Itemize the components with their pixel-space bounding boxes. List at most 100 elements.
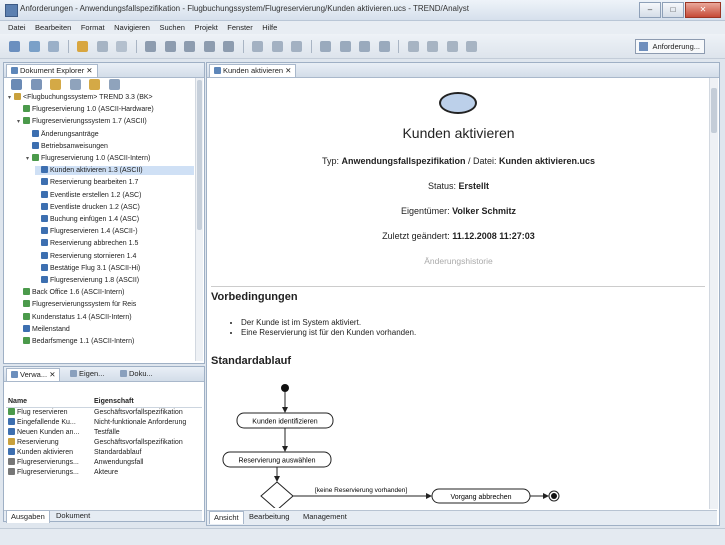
usecase-ellipse-icon <box>439 92 477 114</box>
action1-label: Kunden identifizieren <box>252 419 317 426</box>
tree-item[interactable]: Flugreservierung 1.8 (ASCII) <box>35 276 194 285</box>
tree-item[interactable]: Bestätige Flug 3.1 (ASCII-Hi) <box>35 263 194 273</box>
editor-scrollbar[interactable] <box>709 78 718 509</box>
tree-node-icon <box>41 166 48 174</box>
image-icon[interactable] <box>339 41 351 52</box>
document-explorer-panel: Dokument Explorer ✕ ▾ <Flugbuchungssystem… <box>3 62 205 364</box>
tree-item[interactable]: Reservierung bearbeiten 1.7 <box>35 178 194 187</box>
tree-item[interactable]: Eventliste drucken 1.2 (ASC) <box>35 202 194 212</box>
tree-item[interactable]: Back Office 1.6 (ASCII-Intern) <box>17 288 194 297</box>
collapse-all-icon[interactable] <box>11 79 22 91</box>
minimize-button[interactable]: – <box>639 2 661 18</box>
table-row[interactable]: Flugreservierungs... Anwendungsfall <box>6 458 202 468</box>
explorer-scrollbar[interactable] <box>195 78 203 361</box>
maximize-button[interactable]: □ <box>662 2 684 18</box>
style-icon[interactable] <box>291 41 303 52</box>
tree-item[interactable]: Flugreservierung 1.0 (ASCII-Hardware) <box>17 105 194 114</box>
menu-fenster[interactable]: Fenster <box>227 21 252 34</box>
tab-document-explorer[interactable]: Dokument Explorer ✕ <box>6 64 98 77</box>
row-name: Flug reservieren <box>17 409 68 416</box>
indent-icon[interactable] <box>407 41 419 52</box>
run-icon[interactable] <box>96 41 108 52</box>
row-icon <box>8 408 15 415</box>
tree-item[interactable]: Flugreservierungssystem für Reis <box>17 300 194 309</box>
new-icon[interactable] <box>9 41 20 52</box>
editor-tab-header: Kunden aktivieren ✕ <box>207 63 719 78</box>
link-icon[interactable] <box>359 41 371 52</box>
menu-hilfe[interactable]: Hilfe <box>262 21 277 34</box>
help-icon[interactable] <box>466 41 478 52</box>
editor-bottom-tabs: Ansicht Bearbeitung Management <box>207 510 717 525</box>
menu-bar: Datei Bearbeiten Format Navigieren Suche… <box>0 21 725 34</box>
menu-projekt[interactable]: Projekt <box>194 21 217 34</box>
folder-icon[interactable] <box>50 79 62 91</box>
tree-item[interactable]: Bedarfsmenge 1.1 (ASCII-Intern) <box>17 337 194 346</box>
menu-navigieren[interactable]: Navigieren <box>114 21 150 34</box>
tab-eigenschaften[interactable]: Eigen... <box>66 368 108 380</box>
tree-item[interactable]: ▾ Flugreservierungssystem 1.7 (ASCII) <box>17 117 194 127</box>
tree-item[interactable]: ▾ Flugreservierung 1.0 (ASCII-Intern) <box>26 154 194 164</box>
tab-dokument[interactable]: Dokument <box>52 510 94 522</box>
table-row[interactable]: Reservierung Geschäftsvorfallspezifikatio… <box>6 438 202 448</box>
list-icon[interactable] <box>378 41 390 52</box>
outdent-icon[interactable] <box>427 41 439 52</box>
table-row[interactable]: Neuen Kunden an... Testfälle <box>6 428 202 438</box>
table-row[interactable]: Eingefallende Ku... Nicht-funktionale Anf… <box>6 418 202 428</box>
tab-management[interactable]: Management <box>299 511 351 523</box>
tree-item[interactable]: Meilenstand <box>17 324 194 334</box>
decision-node <box>260 481 294 508</box>
tab-bearbeitung[interactable]: Bearbeitung <box>245 511 293 523</box>
menu-datei[interactable]: Datei <box>8 21 26 34</box>
tab-verwaltung[interactable]: Verwa... ✕ <box>6 368 61 381</box>
link-editor-icon[interactable] <box>30 79 42 91</box>
tree-item-label: Reservierung bearbeiten 1.7 <box>50 179 139 187</box>
perspective-button[interactable]: Anforderung... <box>635 39 705 54</box>
initial-node <box>281 384 289 392</box>
col-value-header[interactable]: Eigenschaft <box>92 397 202 408</box>
standard-flow-heading: Standardablauf <box>211 355 292 367</box>
italic-icon[interactable] <box>164 41 176 52</box>
tree-item[interactable]: ▾ <Flugbuchungssystem> TREND 3.3 (BK> <box>8 93 194 103</box>
tree-item[interactable]: Eventliste erstellen 1.2 (ASC) <box>35 190 194 200</box>
align-center-icon[interactable] <box>223 41 235 52</box>
menu-suchen[interactable]: Suchen <box>159 21 184 34</box>
tree-item[interactable]: Reservierung abbrechen 1.5 <box>35 239 194 248</box>
filter-icon[interactable] <box>69 79 81 91</box>
table-row[interactable]: Flugreservierungs... Akteure <box>6 468 202 478</box>
table-row[interactable]: Kunden aktivieren Standardablauf <box>6 448 202 458</box>
explorer-icon <box>11 67 18 74</box>
new-folder-icon[interactable] <box>89 79 101 91</box>
tree-item[interactable]: Buchung einfügen 1.4 (ASC) <box>35 215 194 224</box>
table-icon[interactable] <box>320 41 332 52</box>
table-row[interactable]: Flug reservieren Geschäftsvorfallspezifik… <box>6 408 202 419</box>
view-menu-icon[interactable] <box>108 79 120 91</box>
precondition-item: Eine Reservierung ist für den Kunden vor… <box>241 328 416 338</box>
tree-item[interactable]: Kunden aktivieren 1.3 (ASCII) <box>35 166 194 176</box>
tab-kunden-aktivieren[interactable]: Kunden aktivieren ✕ <box>209 64 297 77</box>
tab-ausgaben[interactable]: Ausgaben <box>6 510 50 523</box>
font-color-icon[interactable] <box>252 41 264 52</box>
close-button[interactable]: ✕ <box>685 2 721 18</box>
menu-format[interactable]: Format <box>81 21 105 34</box>
history-link[interactable]: Änderungshistorie <box>207 256 710 266</box>
tree-item[interactable]: Reservierung stornieren 1.4 <box>35 251 194 261</box>
highlight-icon[interactable] <box>271 41 283 52</box>
save-icon[interactable] <box>28 41 40 52</box>
tab-dokumentation[interactable]: Doku... <box>116 368 157 380</box>
debug-icon[interactable] <box>116 41 128 52</box>
menu-bearbeiten[interactable]: Bearbeiten <box>35 21 71 34</box>
tree-item[interactable]: Betriebsanweisungen <box>26 141 194 151</box>
tab-ansicht[interactable]: Ansicht <box>209 511 244 524</box>
tree-item[interactable]: Änderungsanträge <box>26 129 194 139</box>
tree-item[interactable]: Kundenstatus 1.4 (ASCII-Intern) <box>17 312 194 322</box>
tree-node-icon <box>23 324 30 332</box>
align-left-icon[interactable] <box>203 41 215 52</box>
col-name-header[interactable]: Name <box>6 397 93 408</box>
properties-panel: Verwa... ✕ Eigen... Doku... Name Eigensch… <box>3 366 205 523</box>
underline-icon[interactable] <box>184 41 196 52</box>
wizard-icon[interactable] <box>77 41 89 52</box>
print-icon[interactable] <box>48 41 60 52</box>
bold-icon[interactable] <box>145 41 157 52</box>
zoom-icon[interactable] <box>446 41 458 52</box>
tree-item[interactable]: Flugreservieren 1.4 (ASCII-) <box>35 227 194 236</box>
